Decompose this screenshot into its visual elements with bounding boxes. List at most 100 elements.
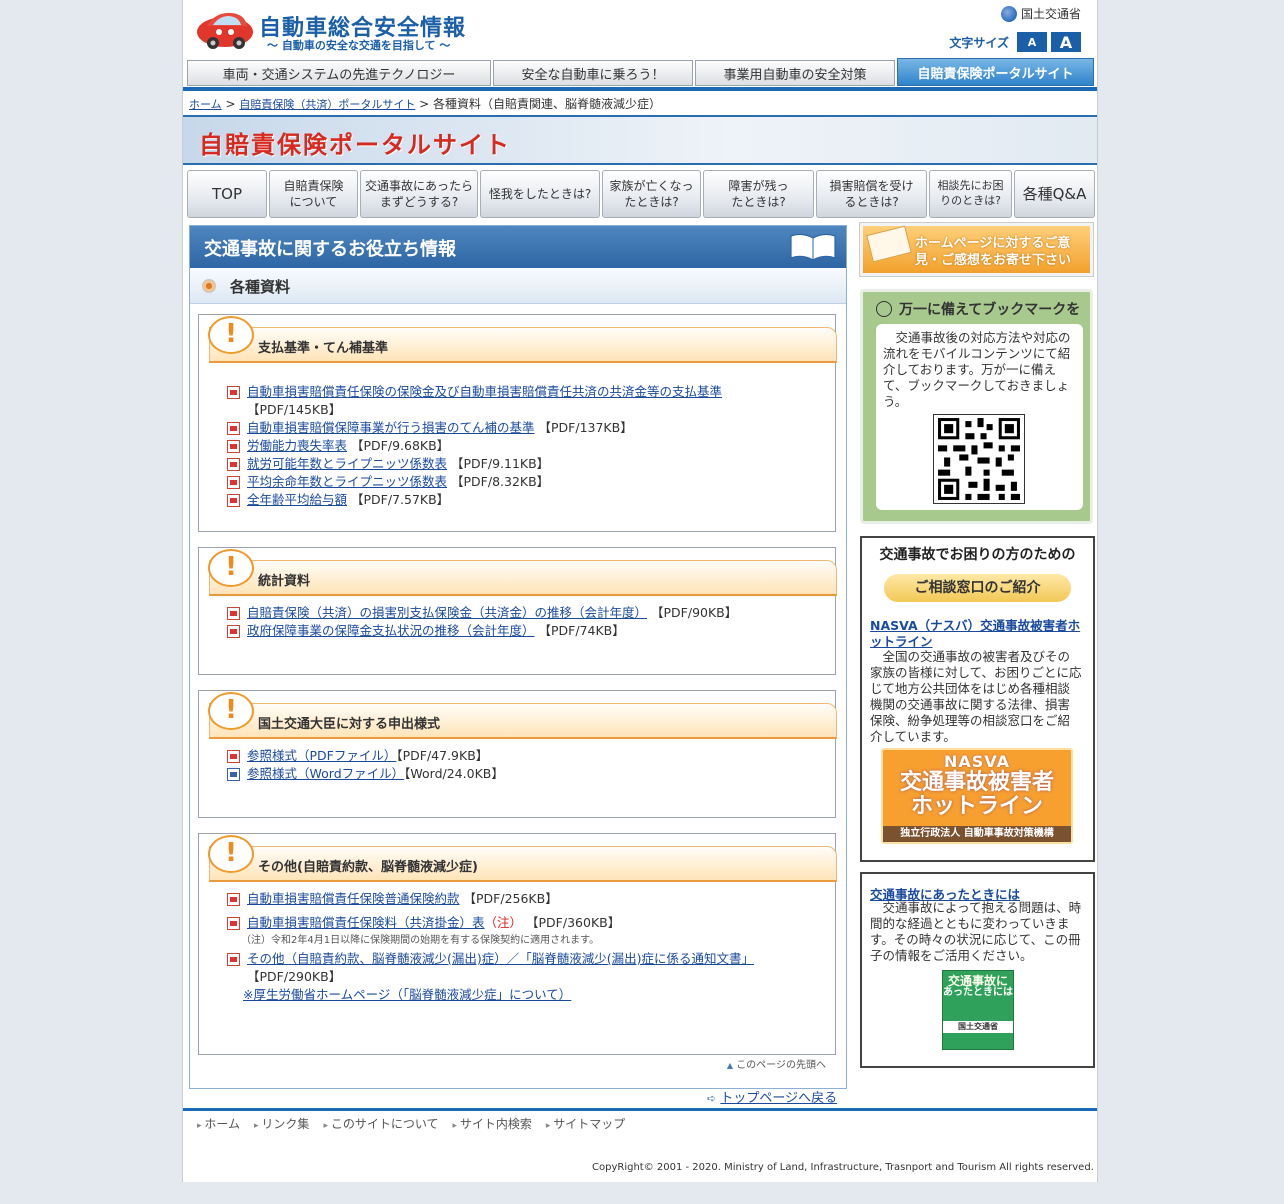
- file-size: 【Word/24.0KB】: [404, 766, 504, 781]
- footer-link-about[interactable]: このサイトについて: [323, 1115, 439, 1132]
- breadcrumb-portal-link[interactable]: 自賠責保険（共済）ポータルサイト: [239, 98, 415, 111]
- document-link[interactable]: 自動車損害賠償責任保険普通保険約款: [247, 891, 460, 906]
- ministry-logo[interactable]: 国土交通省: [1000, 5, 1081, 22]
- back-to-top-label[interactable]: トップページへ戻る: [720, 1091, 837, 1106]
- section-heading-label: 国土交通大臣に対する申出様式: [258, 717, 441, 732]
- document-link[interactable]: 自動車損害賠償保障事業が行う損害のてん補の基準: [247, 420, 535, 435]
- nav-compensation[interactable]: 損害賠償を受けるときは?: [816, 170, 927, 218]
- consultation-title: 交通事故でお困りの方のための: [879, 547, 1076, 563]
- section-heading-label: 支払基準・てん補基準: [258, 341, 389, 356]
- booklet-cover-subtitle: あったときには: [943, 987, 1013, 998]
- consultation-pill: ご相談窓口のご紹介: [884, 574, 1071, 602]
- file-size: 【PDF/145KB】: [247, 402, 342, 417]
- file-size: 【PDF/360KB】: [526, 915, 621, 930]
- consultation-text: 全国の交通事故の被害者及びその家族の皆様に対して、お困りごとに応じて地方公共団体…: [870, 649, 1082, 744]
- nav-injury[interactable]: 怪我をしたときは?: [480, 170, 600, 218]
- list-item: 自動車損害賠償責任保険普通保険約款 【PDF/256KB】: [227, 890, 807, 908]
- breadcrumb-current: 各種資料（自賠責関連、脳脊髄液減少症）: [433, 97, 662, 111]
- section-heading-label: 統計資料: [258, 574, 311, 589]
- font-size-switcher: 文字サイズ A A: [949, 32, 1081, 52]
- nasva-hotline-banner[interactable]: NASVA 交通事故被害者 ホットライン 独立行政法人 自動車事故対策機構: [881, 748, 1073, 844]
- nasva-line2: 交通事故被害者: [899, 770, 1054, 795]
- section-heading: ! その他(自賠責約款、脳脊髄液減少症): [208, 835, 837, 882]
- list-item: 就労可能年数とライプニッツ係数表 【PDF/9.11KB】: [227, 455, 807, 473]
- sub-title: 各種資料: [230, 278, 291, 296]
- document-link[interactable]: 全年齢平均給与額: [247, 492, 347, 507]
- pdf-icon: [227, 422, 240, 435]
- font-size-large-button[interactable]: A: [1051, 32, 1081, 52]
- breadcrumb-separator: >: [415, 97, 434, 111]
- nav-about-insurance[interactable]: 自賠責保険について: [269, 170, 358, 218]
- file-size: 【PDF/137KB】: [538, 420, 633, 435]
- font-size-small-button[interactable]: A: [1017, 32, 1047, 52]
- nav-family-death[interactable]: 家族が亡くなったときは?: [602, 170, 701, 218]
- nav-qa[interactable]: 各種Q&A: [1014, 170, 1095, 218]
- list-item: 政府保障事業の保障金支払状況の推移（会計年度） 【PDF/74KB】: [227, 622, 807, 640]
- booklet-cover[interactable]: 交通事故に あったときには 国土交通省: [942, 970, 1014, 1050]
- document-link[interactable]: 就労可能年数とライプニッツ係数表: [247, 456, 447, 471]
- footer-link-search[interactable]: サイト内検索: [452, 1115, 532, 1132]
- breadcrumb-separator: >: [221, 97, 240, 111]
- tab-advanced-technology[interactable]: 車両・交通システムの先進テクノロジー: [187, 60, 491, 86]
- footer-link-sitemap[interactable]: サイトマップ: [546, 1115, 625, 1132]
- tab-jibaiseki-portal[interactable]: 自賠責保険ポータルサイト: [897, 58, 1094, 86]
- list-item: 自動車損害賠償責任保険の保険金及び自動車損害賠償責任共済の共済金等の支払基準 【…: [227, 383, 807, 419]
- document-link[interactable]: 参照様式（PDFファイル）: [247, 748, 396, 763]
- pdf-icon: [227, 750, 240, 763]
- bookmark-text: 交通事故後の対応方法や対応の流れをモバイルコンテンツにて紹介しております。万が一…: [883, 330, 1071, 409]
- file-size: 【PDF/290KB】: [247, 969, 342, 984]
- nav-top[interactable]: TOP: [187, 170, 267, 218]
- document-link[interactable]: 参照様式（Wordファイル）: [247, 766, 404, 781]
- list-item: 労働能力喪失率表 【PDF/9.68KB】: [227, 437, 807, 455]
- globe-icon: [876, 301, 892, 317]
- bookmark-title: 万一に備えてブックマークを: [899, 302, 1081, 318]
- tab-commercial-safety[interactable]: 事業用自動車の安全対策: [695, 60, 895, 86]
- qr-code-icon[interactable]: [933, 414, 1025, 504]
- link-list: 参照様式（PDFファイル）【PDF/47.9KB】 参照様式（Wordファイル）…: [227, 747, 807, 783]
- booklet-cover-org: 国土交通省: [943, 1021, 1013, 1033]
- section-nav: TOP 自賠責保険について 交通事故にあったらまずどうする? 怪我をしたときは?…: [185, 170, 1097, 220]
- document-link[interactable]: 労働能力喪失率表: [247, 438, 347, 453]
- document-link[interactable]: 平均余命年数とライプニッツ係数表: [247, 474, 447, 489]
- nav-after-accident[interactable]: 交通事故にあったらまずどうする?: [360, 170, 478, 218]
- nasva-hotline-link[interactable]: NASVA（ナスバ）交通事故被害者ホットライン: [870, 618, 1085, 650]
- open-book-icon: [790, 233, 836, 261]
- main-title: 交通事故に関するお役立ち情報: [204, 239, 456, 260]
- nasva-org: 独立行政法人 自動車事故対策機構: [883, 826, 1071, 842]
- section-other: ! その他(自賠責約款、脳脊髄液減少症) 自動車損害賠償責任保険普通保険約款 【…: [198, 833, 837, 1055]
- document-link[interactable]: 自動車損害賠償責任保険の保険金及び自動車損害賠償責任共済の共済金等の支払基準: [247, 384, 722, 399]
- document-link[interactable]: 自賠責保険（共済）の損害別支払保険金（共済金）の推移（会計年度）: [247, 605, 647, 620]
- document-link[interactable]: その他（自賠責約款、脳脊髄液減少(漏出)症）／「脳脊髄液減少(漏出)症に係る通知…: [247, 951, 754, 966]
- feedback-label: ホームページに対するご意見・ご感想をお寄せ下さい: [915, 236, 1072, 268]
- link-list: 自賠責保険（共済）の損害別支払保険金（共済金）の推移（会計年度） 【PDF/90…: [227, 604, 807, 640]
- nasva-line3: ホットライン: [910, 794, 1043, 819]
- header: 自動車総合安全情報 〜 自動車の安全な交通を目指して 〜 国土交通省 文字サイズ…: [183, 0, 1097, 58]
- section-heading: ! 支払基準・てん補基準: [208, 316, 837, 363]
- nav-disability[interactable]: 障害が残ったときは?: [703, 170, 814, 218]
- feedback-button[interactable]: ホームページに対するご意見・ご感想をお寄せ下さい: [859, 222, 1094, 277]
- page-top-link[interactable]: ▲ このページの先頭へ: [727, 1056, 826, 1071]
- mhlw-link[interactable]: ※厚生労働省ホームページ（「脳脊髄液減少症」について）: [227, 987, 571, 1002]
- breadcrumb-home-link[interactable]: ホーム: [189, 98, 222, 111]
- file-size: 【PDF/90KB】: [651, 605, 738, 620]
- breadcrumb: ホーム > 自賠責保険（共済）ポータルサイト > 各種資料（自賠責関連、脳脊髄液…: [189, 95, 661, 112]
- car-logo-icon[interactable]: [195, 8, 255, 50]
- document-link[interactable]: 政府保障事業の保障金支払状況の推移（会計年度）: [247, 623, 535, 638]
- note-mark: （注）: [484, 915, 523, 930]
- footer-link-home[interactable]: ホーム: [197, 1115, 240, 1132]
- back-to-top-link[interactable]: ➪ トップページへ戻る: [707, 1087, 837, 1106]
- pdf-icon: [227, 893, 240, 906]
- exclamation-icon: !: [208, 549, 254, 587]
- font-size-label: 文字サイズ: [949, 35, 1009, 50]
- sub-header: 各種資料: [190, 268, 846, 304]
- exclamation-icon: !: [208, 692, 254, 730]
- bullet-icon: [202, 279, 216, 293]
- main-content: 交通事故に関するお役立ち情報 各種資料 ! 支払基準・てん補基準 自動車損害賠償…: [189, 225, 847, 1089]
- footer-link-links[interactable]: リンク集: [254, 1115, 309, 1132]
- tab-safe-car[interactable]: 安全な自動車に乗ろう！: [493, 60, 693, 86]
- pdf-icon: [227, 953, 240, 966]
- document-link[interactable]: 自動車損害賠償責任保険料（共済掛金）表: [247, 915, 485, 930]
- nav-consultation[interactable]: 相談先にお困りのときは?: [929, 170, 1012, 218]
- section-heading-label: その他(自賠責約款、脳脊髄液減少症): [258, 860, 478, 875]
- section-payment-standards: ! 支払基準・てん補基準 自動車損害賠償責任保険の保険金及び自動車損害賠償責任共…: [198, 314, 837, 532]
